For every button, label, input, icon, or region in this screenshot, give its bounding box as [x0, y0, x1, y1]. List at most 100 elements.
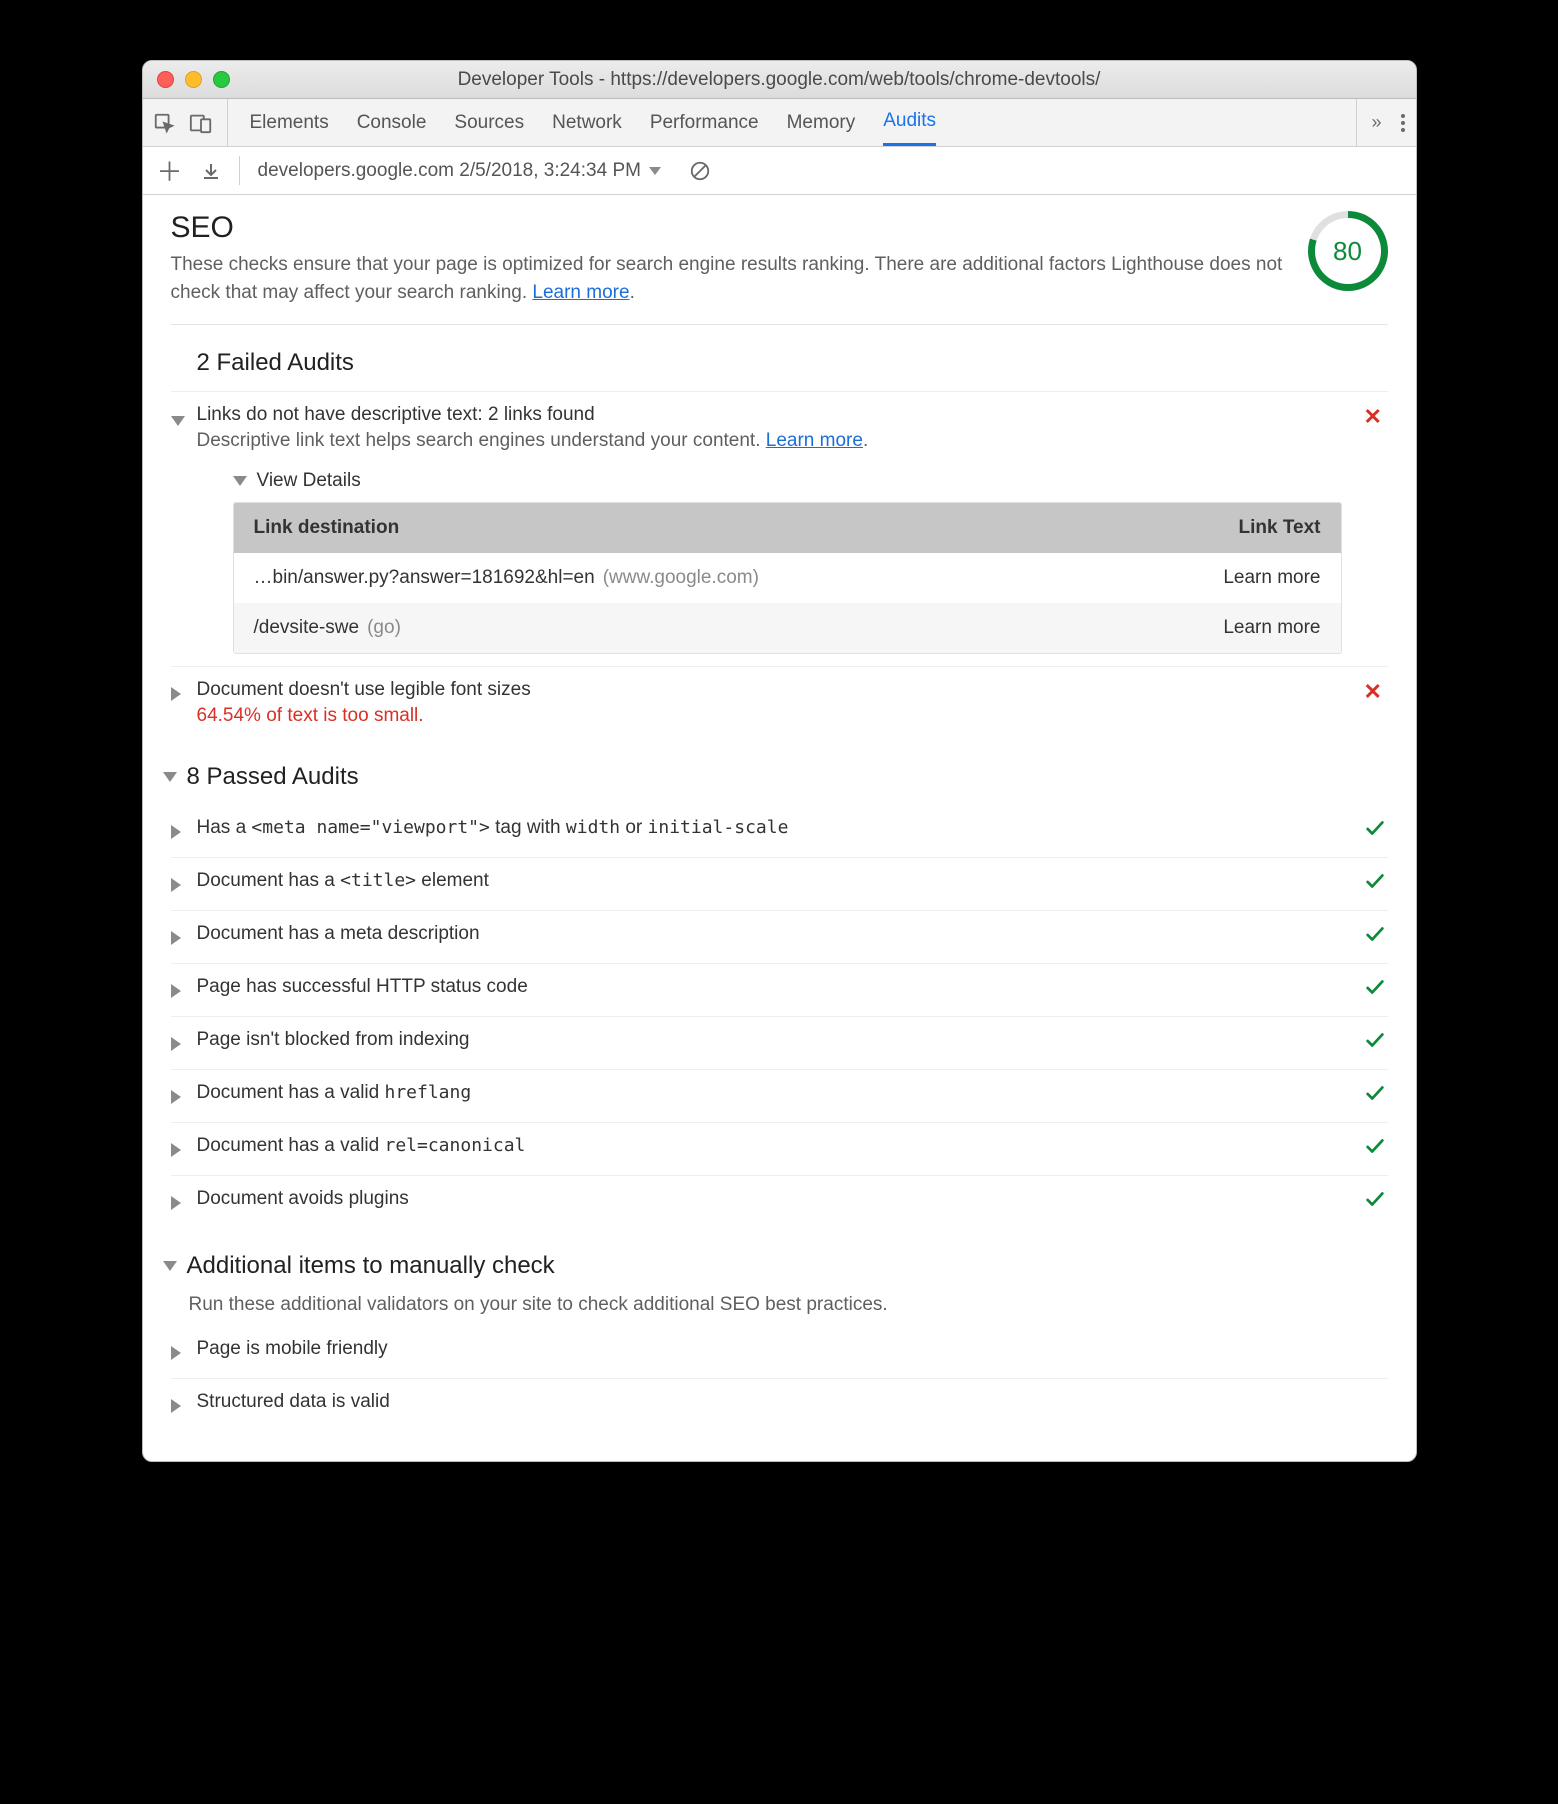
- audit-passed-item[interactable]: Document has a valid hreflang: [171, 1069, 1388, 1122]
- col-header-destination: Link destination: [254, 517, 400, 539]
- failed-audits-header[interactable]: 2 Failed Audits: [197, 349, 1388, 377]
- audit-title: Page isn't blocked from indexing: [197, 1029, 1342, 1051]
- expand-caret-icon: [171, 823, 185, 845]
- link-text-value: Learn more: [1223, 617, 1320, 639]
- pass-icon: [1364, 976, 1388, 998]
- audit-title: Structured data is valid: [197, 1391, 1388, 1413]
- zoom-window-button[interactable]: [213, 71, 230, 88]
- category-title: SEO: [171, 211, 1284, 245]
- pass-icon: [1364, 1082, 1388, 1104]
- report-selector[interactable]: developers.google.com 2/5/2018, 3:24:34 …: [258, 160, 661, 182]
- kebab-menu-icon[interactable]: [1400, 113, 1406, 133]
- window-controls: [157, 71, 230, 88]
- expand-caret-icon: [171, 410, 185, 432]
- expand-caret-icon: [171, 929, 185, 951]
- expand-caret-icon: [171, 1397, 185, 1419]
- audit-font-size[interactable]: Document doesn't use legible font sizes …: [171, 666, 1388, 739]
- audit-passed-item[interactable]: Document avoids plugins: [171, 1175, 1388, 1228]
- devtools-window: Developer Tools - https://developers.goo…: [142, 60, 1417, 1462]
- clear-icon[interactable]: [689, 160, 711, 182]
- audit-title: Document avoids plugins: [197, 1188, 1342, 1210]
- dropdown-caret-icon: [649, 167, 661, 175]
- pass-icon: [1364, 1029, 1388, 1051]
- tab-console[interactable]: Console: [357, 99, 427, 146]
- link-destination: …bin/answer.py?answer=181692&hl=en: [254, 567, 595, 589]
- audit-title: Links do not have descriptive text: 2 li…: [197, 404, 1342, 426]
- main-toolbar: Elements Console Sources Network Perform…: [143, 99, 1416, 147]
- audit-title: Document has a <title> element: [197, 870, 1342, 892]
- passed-audits-header[interactable]: 8 Passed Audits: [163, 763, 1388, 791]
- audit-passed-item[interactable]: Has a <meta name="viewport"> tag with wi…: [171, 805, 1388, 857]
- expand-caret-icon: [163, 1261, 177, 1271]
- table-header-row: Link destination Link Text: [234, 503, 1341, 553]
- expand-caret-icon: [233, 476, 247, 486]
- download-report-icon[interactable]: [201, 161, 221, 181]
- audit-content: SEO These checks ensure that your page i…: [143, 195, 1416, 1461]
- expand-caret-icon: [171, 982, 185, 1004]
- audit-title: Has a <meta name="viewport"> tag with wi…: [197, 817, 1342, 839]
- table-row: /devsite-swe (go) Learn more: [234, 603, 1341, 653]
- audit-passed-item[interactable]: Page isn't blocked from indexing: [171, 1016, 1388, 1069]
- expand-caret-icon: [171, 1035, 185, 1057]
- pass-icon: [1364, 817, 1388, 839]
- window-title: Developer Tools - https://developers.goo…: [157, 69, 1402, 91]
- audit-manual-item[interactable]: Page is mobile friendly: [171, 1326, 1388, 1378]
- overflow-tabs-icon[interactable]: »: [1371, 112, 1381, 133]
- score-value: 80: [1315, 218, 1381, 284]
- col-header-linktext: Link Text: [1239, 517, 1321, 539]
- pass-icon: [1364, 923, 1388, 945]
- audit-warning: 64.54% of text is too small.: [197, 705, 1342, 727]
- view-details-toggle[interactable]: View Details: [233, 470, 1342, 492]
- new-audit-icon[interactable]: ＋: [157, 152, 183, 189]
- audit-passed-item[interactable]: Document has a meta description: [171, 910, 1388, 963]
- audit-title: Page is mobile friendly: [197, 1338, 1388, 1360]
- device-toggle-icon[interactable]: [189, 112, 213, 134]
- pass-icon: [1364, 870, 1388, 892]
- audit-link-text[interactable]: Links do not have descriptive text: 2 li…: [171, 391, 1388, 666]
- link-text-value: Learn more: [1223, 567, 1320, 589]
- learn-more-link[interactable]: Learn more: [532, 282, 629, 303]
- audit-title: Page has successful HTTP status code: [197, 976, 1342, 998]
- fail-icon: ✕: [1364, 404, 1388, 430]
- fail-icon: ✕: [1364, 679, 1388, 705]
- expand-caret-icon: [171, 1344, 185, 1366]
- audit-passed-item[interactable]: Page has successful HTTP status code: [171, 963, 1388, 1016]
- expand-caret-icon: [171, 1141, 185, 1163]
- category-description: These checks ensure that your page is op…: [171, 251, 1284, 306]
- manual-audits-description: Run these additional validators on your …: [189, 1294, 1388, 1316]
- report-label: developers.google.com 2/5/2018, 3:24:34 …: [258, 160, 641, 182]
- link-details-table: Link destination Link Text …bin/answer.p…: [233, 502, 1342, 654]
- titlebar: Developer Tools - https://developers.goo…: [143, 61, 1416, 99]
- expand-caret-icon: [171, 685, 185, 707]
- link-host: (www.google.com): [603, 567, 759, 589]
- manual-audits-header[interactable]: Additional items to manually check: [163, 1252, 1388, 1280]
- panel-tabs: Elements Console Sources Network Perform…: [228, 99, 1357, 146]
- expand-caret-icon: [171, 876, 185, 898]
- table-row: …bin/answer.py?answer=181692&hl=en (www.…: [234, 553, 1341, 603]
- pass-icon: [1364, 1135, 1388, 1157]
- link-host: (go): [367, 617, 401, 639]
- tab-audits[interactable]: Audits: [883, 99, 936, 146]
- inspect-element-icon[interactable]: [153, 112, 175, 134]
- link-destination: /devsite-swe: [254, 617, 360, 639]
- audit-description: Descriptive link text helps search engin…: [197, 430, 1342, 452]
- pass-icon: [1364, 1188, 1388, 1210]
- audit-title: Document has a valid rel=canonical: [197, 1135, 1342, 1157]
- close-window-button[interactable]: [157, 71, 174, 88]
- learn-more-link[interactable]: Learn more: [766, 430, 863, 451]
- audit-passed-item[interactable]: Document has a <title> element: [171, 857, 1388, 910]
- tab-network[interactable]: Network: [552, 99, 622, 146]
- seo-header: SEO These checks ensure that your page i…: [171, 211, 1388, 325]
- tab-memory[interactable]: Memory: [787, 99, 856, 146]
- tab-performance[interactable]: Performance: [650, 99, 759, 146]
- audit-title: Document doesn't use legible font sizes: [197, 679, 1342, 701]
- tab-elements[interactable]: Elements: [250, 99, 329, 146]
- audit-manual-item[interactable]: Structured data is valid: [171, 1378, 1388, 1431]
- expand-caret-icon: [171, 1088, 185, 1110]
- audits-subtoolbar: ＋ developers.google.com 2/5/2018, 3:24:3…: [143, 147, 1416, 195]
- tab-sources[interactable]: Sources: [454, 99, 524, 146]
- expand-caret-icon: [171, 1194, 185, 1216]
- audit-title: Document has a valid hreflang: [197, 1082, 1342, 1104]
- minimize-window-button[interactable]: [185, 71, 202, 88]
- audit-passed-item[interactable]: Document has a valid rel=canonical: [171, 1122, 1388, 1175]
